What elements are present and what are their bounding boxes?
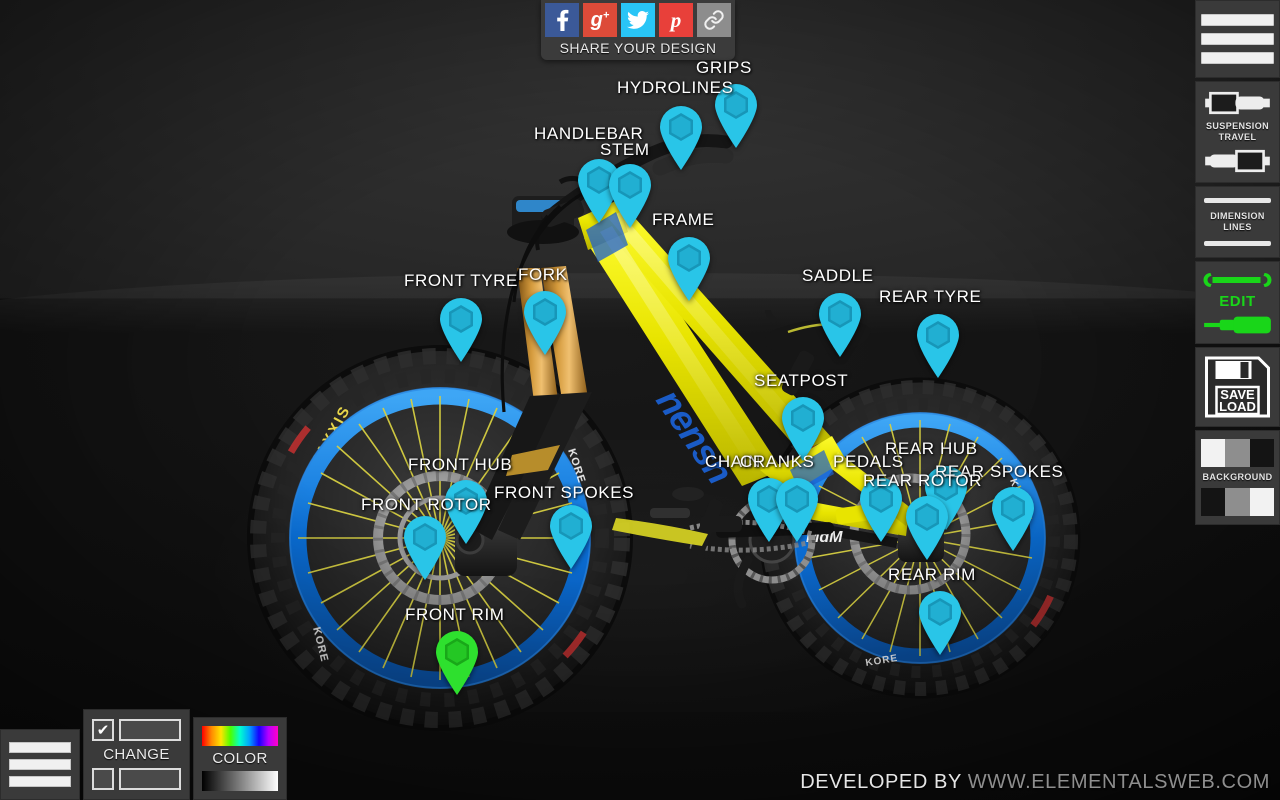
share-title: SHARE YOUR DESIGN [559, 40, 717, 56]
marker-pin-grips[interactable] [707, 78, 765, 148]
marker-pin-hydrolines[interactable] [652, 100, 710, 170]
suspension-travel-panel[interactable]: SUSPENSION TRAVEL [1195, 81, 1280, 183]
background-label: BACKGROUND [1202, 472, 1273, 482]
marker-pin-front-tyre[interactable] [432, 292, 490, 362]
developed-by-label: DEVELOPED BY [800, 771, 962, 793]
share-icon-row: g+ p [545, 3, 731, 37]
background-swatch-white-top[interactable] [1201, 439, 1226, 467]
marker-pin-seatpost[interactable] [774, 391, 832, 461]
marker-pin-stem[interactable] [601, 158, 659, 228]
bottom-bar-1[interactable] [9, 742, 71, 753]
developer-credit: DEVELOPED BY WWW.ELEMENTALSWEB.COM [800, 771, 1270, 794]
background-swatch-black-top[interactable] [1249, 439, 1274, 467]
component-bar-1[interactable] [1201, 14, 1274, 26]
bike-illustration: MAXXIS KORE KORE KORE nensn MdM [247, 134, 1081, 731]
marker-pin-rear-tyre[interactable] [909, 308, 967, 378]
change-dropdown-bottom[interactable] [119, 768, 181, 790]
facebook-icon[interactable] [545, 3, 579, 37]
twitter-icon[interactable] [621, 3, 655, 37]
marker-pin-front-rotor[interactable] [396, 510, 454, 580]
dimension-lines-label: DIMENSION LINES [1201, 208, 1274, 236]
google-plus-icon[interactable]: g+ [583, 3, 617, 37]
change-checkbox-unchecked[interactable] [92, 768, 114, 790]
background-swatch-row-top [1201, 439, 1274, 467]
dimension-line-top [1204, 198, 1271, 203]
bottom-bar-3[interactable] [9, 776, 71, 787]
marker-pin-front-spokes[interactable] [542, 499, 600, 569]
dimension-lines-panel[interactable]: DIMENSION LINES [1195, 186, 1280, 258]
background-swatch-gray-top[interactable] [1225, 439, 1250, 467]
screwdriver-icon[interactable] [1201, 313, 1274, 337]
suspension-label-line2: TRAVEL [1218, 132, 1257, 142]
background-swatch-gray-bottom[interactable] [1225, 488, 1250, 516]
suspension-label-line1: SUSPENSION [1205, 121, 1269, 131]
marker-pin-rear-rotor[interactable] [898, 490, 956, 560]
bike-3d-viewport[interactable]: MAXXIS KORE KORE KORE nensn MdM [0, 0, 1280, 800]
color-label: COLOR [212, 750, 268, 767]
component-bars-panel[interactable] [1195, 0, 1280, 78]
background-swatch-row-bottom [1201, 488, 1274, 516]
marker-pin-front-rim[interactable] [428, 625, 486, 695]
save-load-panel[interactable]: SAVE LOAD [1195, 347, 1280, 427]
floppy-disk-icon[interactable]: SAVE LOAD [1201, 354, 1274, 420]
marker-pin-frame[interactable] [660, 231, 718, 301]
load-label: LOAD [1219, 399, 1256, 414]
pinterest-icon[interactable]: p [659, 3, 693, 37]
background-panel[interactable]: BACKGROUND [1195, 430, 1280, 525]
link-icon[interactable] [697, 3, 731, 37]
background-swatch-white-bottom[interactable] [1249, 488, 1274, 516]
marker-pin-rear-rim[interactable] [911, 585, 969, 655]
color-panel[interactable]: COLOR [193, 717, 287, 800]
component-bar-3[interactable] [1201, 52, 1274, 64]
edit-label: EDIT [1219, 293, 1256, 310]
edit-panel[interactable]: EDIT [1195, 261, 1280, 344]
marker-pin-fork[interactable] [516, 285, 574, 355]
suspension-shock-icon-bottom[interactable] [1201, 148, 1274, 174]
marker-pin-saddle[interactable] [811, 287, 869, 357]
color-hue-slider[interactable] [202, 726, 278, 746]
bottom-bar-2[interactable] [9, 759, 71, 770]
app-root: MAXXIS KORE KORE KORE nensn MdM g+ p SHA… [0, 0, 1280, 800]
component-bar-2[interactable] [1201, 33, 1274, 45]
change-row-bottom [92, 768, 181, 790]
dimension-label-line2: LINES [1223, 222, 1252, 232]
color-brightness-slider[interactable] [202, 771, 278, 791]
marker-pin-cranks[interactable] [768, 472, 826, 542]
change-label: CHANGE [103, 746, 170, 763]
wrench-icon[interactable] [1201, 268, 1274, 292]
dimension-line-bottom [1204, 241, 1271, 246]
marker-pin-rear-spokes[interactable] [984, 481, 1042, 551]
developer-website[interactable]: WWW.ELEMENTALSWEB.COM [968, 771, 1270, 793]
change-checkbox-checked[interactable]: ✔ [92, 719, 114, 741]
suspension-shock-icon-top[interactable] [1201, 90, 1274, 116]
bottom-left-toolbar: ✔ CHANGE COLOR [0, 709, 290, 800]
bottom-bars-panel[interactable] [0, 729, 80, 800]
suspension-travel-label: SUSPENSION TRAVEL [1201, 118, 1274, 146]
dimension-label-line1: DIMENSION [1210, 211, 1265, 221]
change-panel[interactable]: ✔ CHANGE [83, 709, 190, 800]
share-panel: g+ p SHARE YOUR DESIGN [541, 0, 735, 60]
background-swatch-black-bottom[interactable] [1201, 488, 1226, 516]
change-dropdown-top[interactable] [119, 719, 181, 741]
change-row-top: ✔ [92, 719, 181, 741]
right-toolbar: SUSPENSION TRAVEL DIMENSION LINES EDIT S… [1195, 0, 1280, 528]
